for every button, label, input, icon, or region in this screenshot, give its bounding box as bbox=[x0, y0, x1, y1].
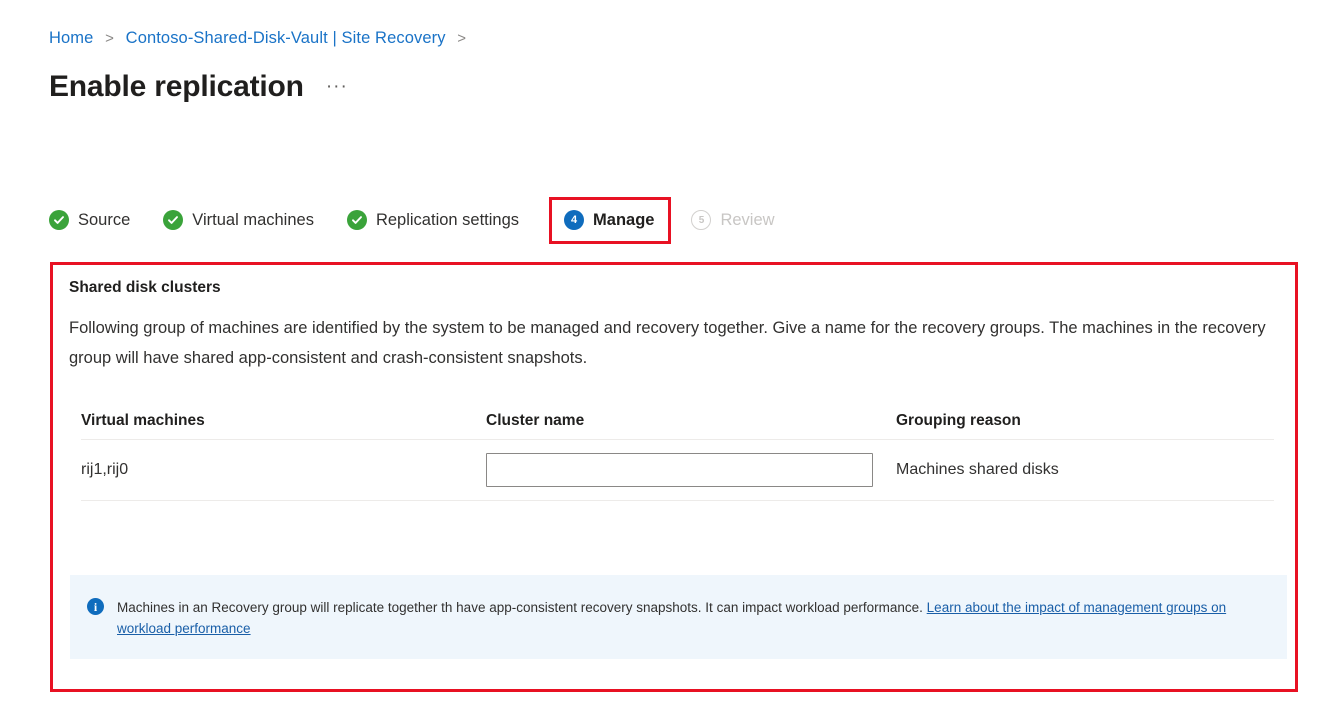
cluster-name-input[interactable] bbox=[486, 453, 873, 487]
wizard-step-manage[interactable]: 4 Manage bbox=[549, 196, 672, 244]
section-title: Shared disk clusters bbox=[69, 279, 221, 296]
breadcrumb: Home > Contoso-Shared-Disk-Vault | Site … bbox=[49, 28, 473, 49]
shared-disk-clusters-table: Virtual machines Cluster name Grouping r… bbox=[69, 403, 1274, 501]
info-banner: i Machines in an Recovery group will rep… bbox=[70, 575, 1287, 659]
column-header-cluster-name: Cluster name bbox=[486, 412, 585, 429]
page-title-row: Enable replication ··· bbox=[49, 68, 348, 106]
column-header-virtual-machines: Virtual machines bbox=[81, 412, 205, 429]
shared-disk-clusters-panel: Shared disk clusters Following group of … bbox=[50, 262, 1298, 692]
check-circle-icon bbox=[49, 210, 69, 230]
wizard-step-replication-settings[interactable]: Replication settings bbox=[346, 203, 520, 237]
check-circle-icon bbox=[163, 210, 184, 230]
cell-cluster-name bbox=[486, 453, 896, 487]
column-header-grouping-reason: Grouping reason bbox=[896, 412, 1021, 429]
info-icon: i bbox=[87, 598, 104, 615]
wizard-step-review[interactable]: 5 Review bbox=[691, 203, 775, 237]
breadcrumb-separator-icon: > bbox=[105, 30, 114, 47]
more-actions-icon[interactable]: ··· bbox=[326, 77, 348, 96]
cell-virtual-machines: rij1,rij0 bbox=[81, 461, 129, 478]
wizard-step-label-manage: Manage bbox=[593, 211, 655, 229]
check-circle-icon bbox=[346, 210, 367, 230]
page-title: Enable replication bbox=[49, 70, 304, 103]
table-row: rij1,rij0 Machines shared disks bbox=[81, 440, 1274, 501]
step-number-circle-icon: 5 bbox=[691, 210, 712, 230]
table-header-row: Virtual machines Cluster name Grouping r… bbox=[81, 403, 1274, 440]
wizard-step-label-review: Review bbox=[720, 211, 775, 229]
step-number-circle-icon: 4 bbox=[564, 210, 585, 230]
wizard-step-label-replication-settings: Replication settings bbox=[375, 211, 520, 229]
wizard-step-label-virtual-machines: Virtual machines bbox=[192, 211, 314, 229]
breadcrumb-item-home[interactable]: Home bbox=[49, 29, 93, 47]
info-banner-message: Machines in an Recovery group will repli… bbox=[117, 600, 927, 615]
wizard-step-virtual-machines[interactable]: Virtual machines bbox=[163, 203, 314, 237]
section-description: Following group of machines are identifi… bbox=[69, 319, 1266, 367]
wizard-step-source[interactable]: Source bbox=[49, 203, 130, 237]
breadcrumb-separator-icon-2: > bbox=[457, 30, 467, 47]
cell-grouping-reason: Machines shared disks bbox=[896, 461, 1059, 478]
breadcrumb-item-vault[interactable]: Contoso-Shared-Disk-Vault | Site Recover… bbox=[126, 29, 446, 47]
wizard-steps: Source Virtual machines Replication sett… bbox=[49, 196, 775, 244]
info-banner-text: Machines in an Recovery group will repli… bbox=[117, 597, 1237, 639]
wizard-step-label-source: Source bbox=[78, 211, 131, 229]
